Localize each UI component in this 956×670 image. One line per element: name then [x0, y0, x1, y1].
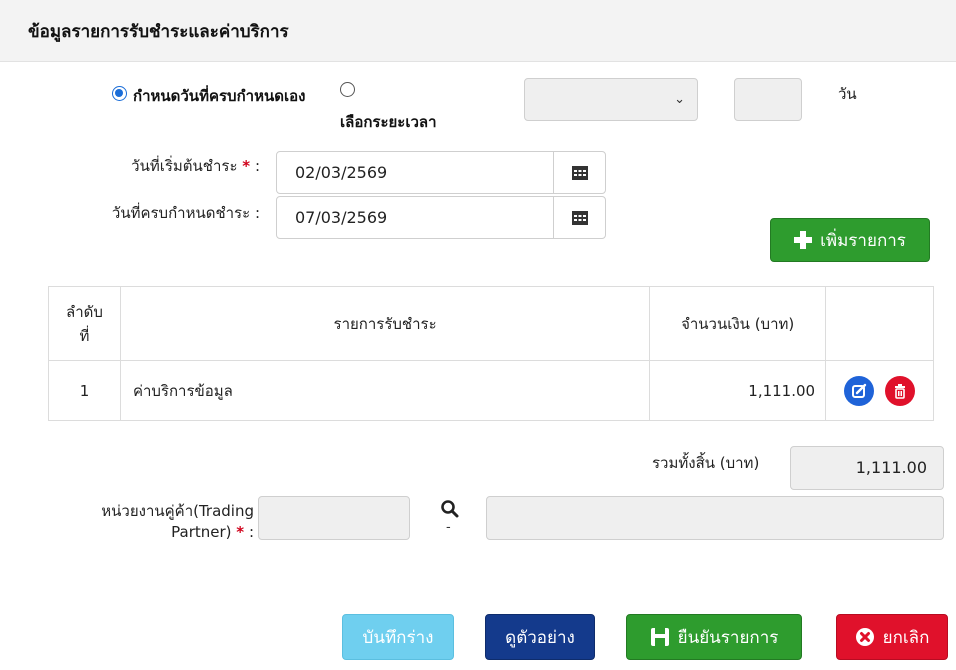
start-date-label: วันที่เริ่มต้นชำระ * :	[110, 154, 260, 178]
trading-partner-name-field	[486, 496, 944, 540]
calendar-icon	[572, 166, 588, 180]
total-label: รวมทั้งสิ้น (บาท)	[652, 454, 760, 472]
days-unit-label: วัน	[838, 85, 857, 103]
delete-button[interactable]	[884, 375, 915, 406]
plus-icon	[794, 231, 813, 249]
trading-partner-label-line2-wrap: Partner) * :	[60, 522, 254, 543]
trading-partner-label: หน่วยงานคู่ค้า(Trading Partner) * :	[60, 501, 254, 543]
cancel-button[interactable]: ยกเลิก	[836, 614, 948, 660]
required-mark: *	[236, 523, 245, 541]
trading-partner-label-line2: Partner)	[171, 523, 232, 541]
confirm-label: ยืนยันรายการ	[677, 627, 779, 648]
cancel-label: ยกเลิก	[882, 627, 930, 648]
start-date-label-text: วันที่เริ่มต้นชำระ	[131, 157, 238, 175]
radio-self-label[interactable]: กำหนดวันที่ครบกำหนดเอง	[133, 84, 305, 108]
row-amount: 1,111.00	[649, 360, 827, 421]
due-date-calendar-button[interactable]	[553, 196, 606, 239]
preview-button[interactable]: ดูตัวอย่าง	[485, 614, 595, 660]
confirm-button[interactable]: ยืนยันรายการ	[626, 614, 802, 660]
chevron-down-icon: ⌄	[674, 92, 685, 107]
header-description: รายการรับชำระ	[119, 286, 651, 361]
section-header: ข้อมูลรายการรับชำระและค่าบริการ	[0, 0, 956, 62]
header-no-line1: ลำดับ	[66, 302, 103, 321]
separator-dash: -	[446, 520, 451, 535]
table-row: 1 ค่าบริการข้อมูล 1,111.00	[48, 360, 934, 421]
due-date-label: วันที่ครบกำหนดชำระ :	[111, 204, 260, 222]
radio-period-button[interactable]	[340, 82, 355, 97]
calendar-icon	[572, 211, 588, 225]
period-select[interactable]: ⌄	[524, 78, 698, 121]
row-actions	[825, 360, 934, 421]
row-description: ค่าบริการข้อมูล	[119, 360, 651, 421]
add-item-label: เพิ่มรายการ	[820, 230, 906, 251]
header-no-line2: ที่	[79, 326, 90, 345]
close-circle-icon	[855, 628, 874, 646]
trash-icon	[894, 383, 905, 399]
radio-option-self[interactable]: กำหนดวันที่ครบกำหนดเอง	[112, 84, 305, 108]
table-header-row: ลำดับ ที่ รายการรับชำระ จำนวนเงิน (บาท)	[48, 286, 934, 361]
total-amount-field: 1,111.00	[790, 446, 944, 490]
start-date-calendar-button[interactable]	[553, 151, 606, 194]
radio-period-label[interactable]: เลือกระยะเวลา	[340, 110, 437, 134]
row-no: 1	[48, 360, 121, 421]
header-actions	[825, 286, 934, 361]
trading-partner-code-input[interactable]	[258, 496, 410, 540]
required-mark: *	[242, 157, 251, 175]
save-draft-button[interactable]: บันทึกร่าง	[342, 614, 454, 660]
header-no: ลำดับ ที่	[48, 286, 121, 361]
add-item-button[interactable]: เพิ่มรายการ	[770, 218, 930, 262]
trading-partner-label-line1: หน่วยงานคู่ค้า(Trading	[101, 502, 254, 520]
save-icon	[650, 628, 669, 646]
label-colon: :	[254, 157, 260, 175]
days-input[interactable]	[734, 78, 802, 121]
due-date-input[interactable]: 07/03/2569	[276, 196, 554, 239]
search-icon[interactable]	[440, 499, 460, 519]
radio-self-button[interactable]	[112, 86, 127, 101]
start-date-input[interactable]: 02/03/2569	[276, 151, 554, 194]
header-amount: จำนวนเงิน (บาท)	[649, 286, 827, 361]
section-title: ข้อมูลรายการรับชำระและค่าบริการ	[28, 22, 289, 42]
edit-button[interactable]	[844, 375, 875, 406]
label-colon: :	[248, 523, 254, 541]
items-table: ลำดับ ที่ รายการรับชำระ จำนวนเงิน (บาท) …	[48, 286, 934, 421]
edit-icon	[852, 383, 867, 398]
